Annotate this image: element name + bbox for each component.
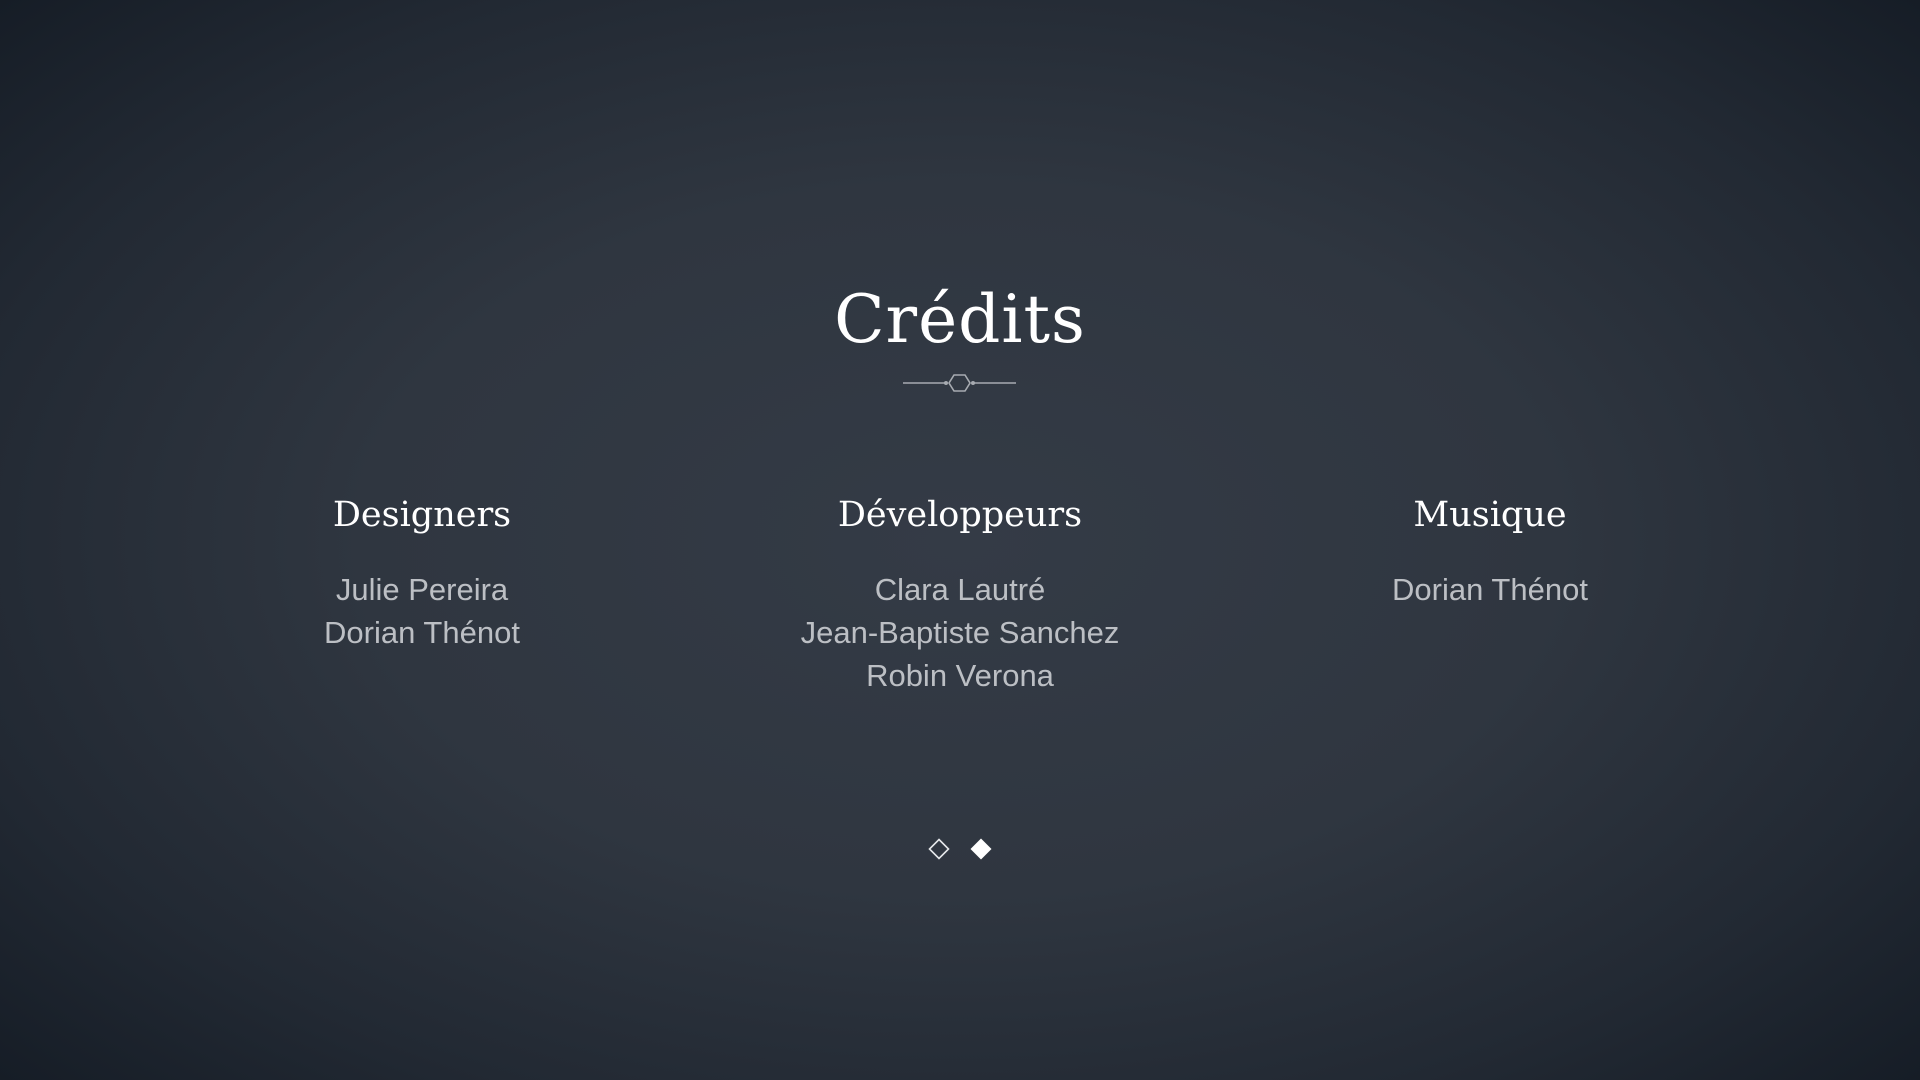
pager-dot-page-2-diamond-filled-icon[interactable] [970, 838, 992, 860]
page-title: Crédits [834, 281, 1086, 358]
section-heading-designers: Designers [332, 495, 512, 535]
developers-name-list: Clara Lautré Jean-Baptiste Sanchez Robin… [700, 568, 1220, 697]
designers-name-list: Julie Pereira Dorian Thénot [162, 568, 682, 654]
title-divider-ornament-icon [903, 374, 1016, 392]
credit-name: Dorian Thénot [1392, 572, 1588, 607]
credit-name: Julie Pereira [335, 572, 509, 607]
music-name-list: Dorian Thénot [1230, 568, 1750, 611]
pager-dot-page-1-diamond-outline-icon[interactable] [928, 838, 950, 860]
credits-screen: Crédits Designers Julie Pereira Dorian T… [0, 0, 1920, 1080]
credits-section-developers: Développeurs Clara Lautré Jean-Baptiste … [700, 490, 1220, 697]
credits-section-music: Musique Dorian Thénot [1230, 490, 1750, 611]
section-heading-music: Musique [1413, 495, 1567, 535]
credit-name: Robin Verona [866, 658, 1054, 693]
credit-name: Jean-Baptiste Sanchez [800, 615, 1120, 650]
credit-name: Clara Lautré [874, 572, 1046, 607]
page-indicator [0, 838, 1920, 860]
credits-section-designers: Designers Julie Pereira Dorian Thénot [162, 490, 682, 654]
credit-name: Dorian Thénot [324, 615, 520, 650]
section-heading-developers: Développeurs [837, 495, 1083, 535]
